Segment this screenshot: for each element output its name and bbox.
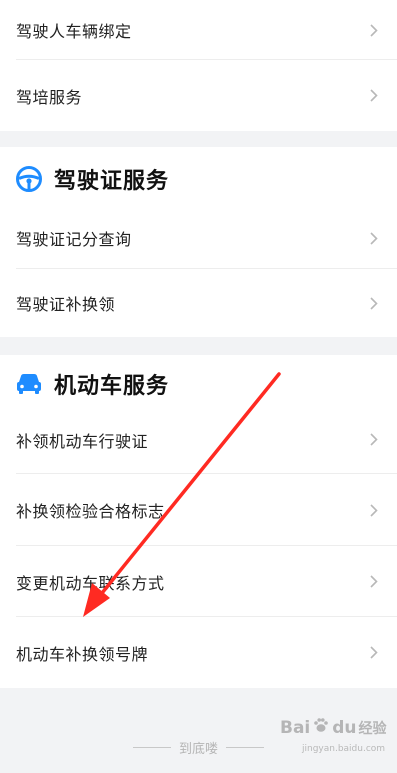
chevron-right-icon xyxy=(367,23,381,37)
list-item-license-points-query[interactable]: 驾驶证记分查询 xyxy=(0,207,397,269)
list-item-plate-replacement[interactable]: 机动车补换领号牌 xyxy=(0,617,397,688)
top-card: 驾驶人车辆绑定 驾培服务 xyxy=(0,0,397,131)
watermark-brand-a: Bai xyxy=(280,717,311,738)
section-gap xyxy=(0,337,397,355)
chevron-right-icon xyxy=(367,503,381,517)
list-item-label: 驾培服务 xyxy=(16,87,83,107)
section-title: 驾驶证服务 xyxy=(54,169,170,194)
section-gap xyxy=(0,131,397,147)
list-item-driving-training[interactable]: 驾培服务 xyxy=(0,60,397,131)
list-item-driver-vehicle-binding[interactable]: 驾驶人车辆绑定 xyxy=(0,0,397,60)
list-item-label: 驾驶证记分查询 xyxy=(16,230,132,249)
footer-divider xyxy=(226,747,264,748)
car-icon xyxy=(16,371,42,397)
license-service-card: 驾驶证服务 驾驶证记分查询 驾驶证补换领 xyxy=(0,147,397,337)
chevron-right-icon xyxy=(367,646,381,660)
section-header: 驾驶证服务 xyxy=(0,147,397,207)
list-item-label: 驾驶证补换领 xyxy=(16,295,116,314)
watermark-brand-b: du xyxy=(332,717,357,738)
watermark-sub: 经验 xyxy=(358,720,387,737)
list-item-label: 补领机动车行驶证 xyxy=(16,431,149,451)
list-item-inspection-mark-replacement[interactable]: 补换领检验合格标志 xyxy=(0,474,397,546)
list-item-change-vehicle-contact[interactable]: 变更机动车联系方式 xyxy=(0,546,397,617)
list-item-label: 机动车补换领号牌 xyxy=(16,644,149,664)
list-item-reissue-driving-permit[interactable]: 补领机动车行驶证 xyxy=(0,405,397,474)
footer-divider xyxy=(132,747,171,748)
watermark-url: jingyan.baidu.com xyxy=(302,744,386,754)
service-list-page: 驾驶人车辆绑定 驾培服务 驾驶证服务 驾驶证记分查询 驾驶证补换领 机动车服务 … xyxy=(0,0,397,773)
paw-icon xyxy=(312,716,330,739)
list-item-label: 驾驶人车辆绑定 xyxy=(16,22,132,41)
list-item-label: 变更机动车联系方式 xyxy=(16,573,165,593)
section-header: 机动车服务 xyxy=(0,355,397,405)
baidu-watermark: Bai du 经验 jingyan.baidu.com xyxy=(280,716,387,755)
chevron-right-icon xyxy=(367,296,381,310)
list-item-label: 补换领检验合格标志 xyxy=(16,502,165,521)
chevron-right-icon xyxy=(367,89,381,103)
chevron-right-icon xyxy=(367,231,381,245)
vehicle-service-card: 机动车服务 补领机动车行驶证 补换领检验合格标志 变更机动车联系方式 机动车补换… xyxy=(0,355,397,688)
section-title: 机动车服务 xyxy=(54,374,170,399)
footer-text: 到底喽 xyxy=(178,742,218,757)
chevron-right-icon xyxy=(367,575,381,589)
chevron-right-icon xyxy=(367,433,381,447)
list-item-license-replacement[interactable]: 驾驶证补换领 xyxy=(0,269,397,337)
steering-wheel-icon xyxy=(16,166,42,192)
